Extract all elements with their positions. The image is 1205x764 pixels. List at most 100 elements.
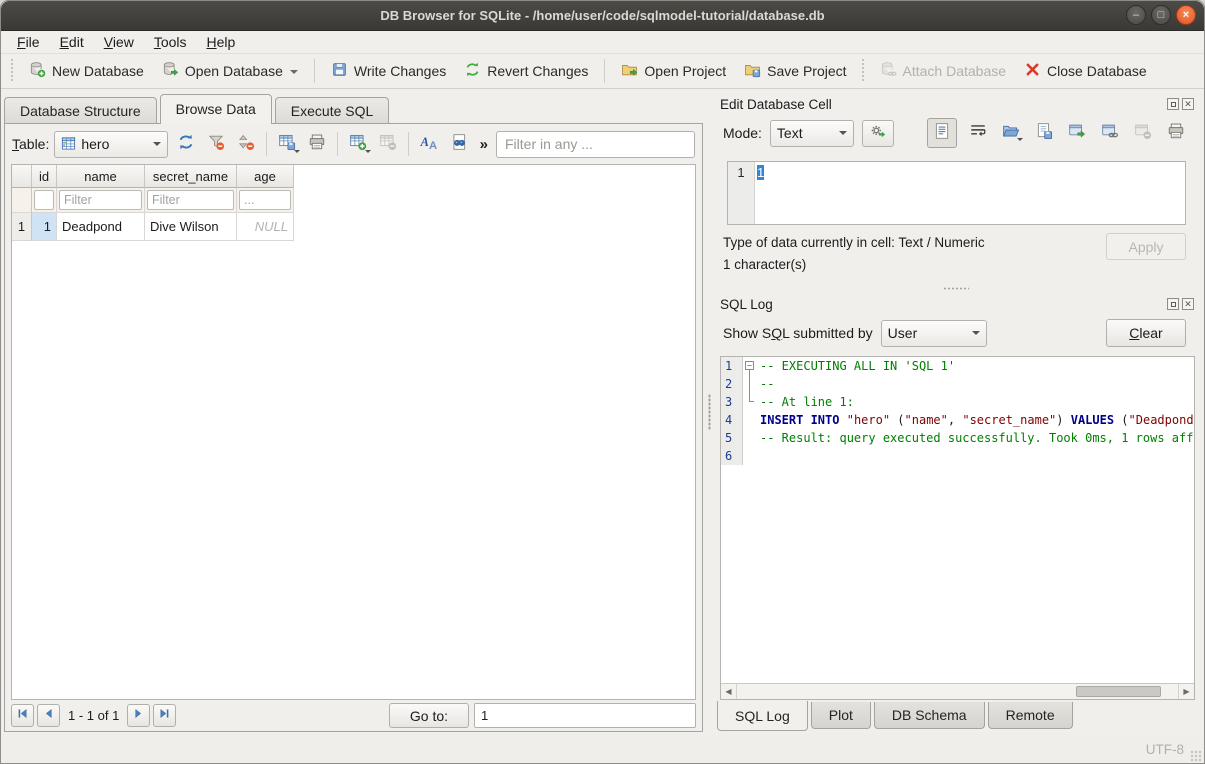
column-header-age[interactable]: age	[237, 165, 294, 188]
link-button[interactable]	[1098, 121, 1122, 145]
cell-id[interactable]: 1	[32, 213, 57, 241]
minimize-button[interactable]: –	[1126, 5, 1146, 25]
new-database-button[interactable]: New Database	[20, 56, 153, 86]
sql-log-title: SQL Log	[720, 297, 773, 312]
find-icon	[450, 133, 468, 156]
horizontal-splitter[interactable]	[713, 283, 1198, 293]
chevron-down-icon[interactable]	[290, 70, 298, 78]
open-database-button[interactable]: Open Database	[153, 56, 307, 86]
toolbar-drag-handle[interactable]	[861, 59, 866, 83]
browse-data-pane: Database StructureBrowse DataExecute SQL…	[1, 89, 706, 734]
close-panel-icon[interactable]: ✕	[1182, 298, 1194, 310]
text-mode-button[interactable]	[927, 118, 957, 148]
write-changes-button[interactable]: Write Changes	[322, 56, 455, 86]
sql-source-select[interactable]: User	[881, 320, 987, 347]
close-database-button[interactable]: Close Database	[1015, 56, 1156, 86]
last-page-button[interactable]	[153, 704, 176, 727]
fold-collapse-icon[interactable]: −	[745, 361, 754, 370]
apply-button[interactable]: Apply	[1106, 233, 1186, 260]
scroll-right-icon[interactable]: ▶	[1178, 684, 1194, 699]
float-panel-icon[interactable]	[1167, 298, 1179, 310]
maximize-button[interactable]: □	[1151, 5, 1171, 25]
tab-database-structure[interactable]: Database Structure	[4, 97, 157, 123]
toolbar-drag-handle[interactable]	[10, 59, 15, 83]
close-button[interactable]: ×	[1176, 5, 1196, 25]
new-database-icon	[29, 61, 46, 81]
export-button[interactable]	[1065, 121, 1089, 145]
toolbar-button-label: Write Changes	[354, 63, 446, 79]
sql-source-value: User	[888, 325, 918, 341]
goto-button[interactable]: Go to:	[389, 703, 469, 728]
sql-log-view[interactable]: 1−-- EXECUTING ALL IN 'SQL 1'2--3-- At l…	[720, 356, 1195, 700]
tab-execute-sql[interactable]: Execute SQL	[275, 97, 390, 123]
table-icon	[61, 136, 76, 152]
menu-file[interactable]: File	[7, 32, 50, 52]
save-file-button[interactable]	[1032, 121, 1056, 145]
menu-edit[interactable]: Edit	[50, 32, 94, 52]
column-header-id[interactable]: id	[32, 165, 57, 188]
vertical-splitter[interactable]	[706, 89, 713, 734]
dock-tab-plot[interactable]: Plot	[811, 702, 871, 729]
clear-filter-button[interactable]	[203, 131, 229, 157]
new-record-button[interactable]	[345, 131, 371, 157]
encoding-indicator[interactable]: UTF-8	[1146, 742, 1184, 757]
dock-tab-remote[interactable]: Remote	[988, 702, 1073, 729]
print-button[interactable]	[304, 131, 330, 157]
scrollbar-thumb[interactable]	[1076, 686, 1161, 697]
chevron-down-icon[interactable]	[294, 150, 300, 156]
sql-text	[757, 447, 760, 465]
column-header-secret-name[interactable]: secret_name	[145, 165, 237, 188]
menu-view[interactable]: View	[94, 32, 144, 52]
clear-log-button[interactable]: Clear	[1106, 319, 1186, 347]
horizontal-scrollbar[interactable]: ◀ ▶	[721, 683, 1194, 699]
auto-format-button[interactable]	[862, 120, 894, 147]
table-select[interactable]: hero	[54, 131, 167, 158]
font-button[interactable]: AA	[416, 131, 442, 157]
clear-sort-button[interactable]	[233, 131, 259, 157]
chevron-down-icon[interactable]	[365, 150, 371, 156]
first-page-button[interactable]	[11, 704, 34, 727]
titlebar[interactable]: DB Browser for SQLite - /home/user/code/…	[1, 1, 1204, 31]
attach-database-icon	[880, 61, 897, 81]
save-project-button[interactable]: Save Project	[735, 56, 855, 86]
resize-grip-icon[interactable]	[1190, 750, 1202, 762]
close-panel-icon[interactable]: ✕	[1182, 98, 1194, 110]
cell-age[interactable]: NULL	[237, 213, 294, 241]
tab-browse-data[interactable]: Browse Data	[160, 94, 272, 124]
filter-input-secret-name[interactable]	[147, 190, 234, 210]
dock-tab-sql-log[interactable]: SQL Log	[717, 701, 808, 731]
filter-input-name[interactable]	[59, 190, 142, 210]
word-wrap-button[interactable]	[966, 121, 990, 145]
refresh-button[interactable]	[173, 131, 199, 157]
record-range-label: 1 - 1 of 1	[63, 708, 124, 723]
mode-select[interactable]: Text	[770, 120, 854, 147]
next-page-button[interactable]	[127, 704, 150, 727]
cell-value-editor[interactable]: 1 1	[727, 161, 1186, 225]
mode-select-value: Text	[777, 125, 803, 141]
open-project-button[interactable]: Open Project	[612, 56, 735, 86]
print-button[interactable]	[1164, 121, 1188, 145]
menu-help[interactable]: Help	[197, 32, 246, 52]
cell-name[interactable]: Deadpond	[57, 213, 145, 241]
filter-input-id[interactable]	[34, 190, 54, 210]
filter-any-column-input[interactable]	[496, 131, 695, 158]
toolbar-overflow-button[interactable]: »	[477, 136, 491, 153]
find-button[interactable]	[446, 131, 472, 157]
row-number[interactable]: 1	[12, 213, 32, 241]
svg-text:A: A	[429, 139, 437, 150]
dock-tab-db-schema[interactable]: DB Schema	[874, 702, 985, 729]
table-row: 11DeadpondDive WilsonNULL	[12, 213, 695, 241]
main-tab-bar: Database StructureBrowse DataExecute SQL	[1, 94, 706, 123]
filter-input-age[interactable]	[239, 190, 291, 210]
save-table-button[interactable]	[274, 131, 300, 157]
prev-page-button[interactable]	[37, 704, 60, 727]
column-header-name[interactable]: name	[57, 165, 145, 188]
float-panel-icon[interactable]	[1167, 98, 1179, 110]
scroll-left-icon[interactable]: ◀	[721, 684, 737, 699]
chevron-down-icon[interactable]	[1017, 138, 1023, 144]
cell-secret-name[interactable]: Dive Wilson	[145, 213, 237, 241]
revert-changes-button[interactable]: Revert Changes	[455, 56, 597, 86]
goto-record-input[interactable]	[474, 703, 696, 728]
open-file-button[interactable]	[999, 121, 1023, 145]
menu-tools[interactable]: Tools	[144, 32, 197, 52]
